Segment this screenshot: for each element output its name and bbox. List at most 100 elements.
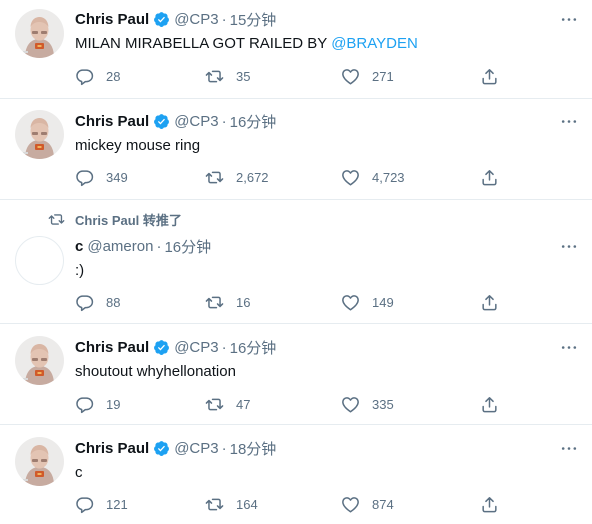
author-handle[interactable]: @CP3 xyxy=(174,339,218,356)
retweet-button[interactable]: 16 xyxy=(205,292,250,312)
reply-button[interactable]: 88 xyxy=(75,292,120,312)
like-icon xyxy=(341,293,360,312)
reply-button[interactable]: 28 xyxy=(75,66,120,86)
reply-icon xyxy=(75,168,94,187)
retweet-count: 164 xyxy=(236,496,258,512)
retweet-button[interactable]: 2,672 xyxy=(205,167,269,187)
retweet-count: 2,672 xyxy=(236,169,269,185)
tweet[interactable]: c @ameron · 16分钟 :) 88 16 149 xyxy=(0,200,592,324)
separator: · xyxy=(221,338,227,356)
tweet[interactable]: Chris Paul @CP3 · 18分钟 c 121 164 874 xyxy=(0,425,592,524)
retweet-icon xyxy=(205,495,224,514)
share-button[interactable] xyxy=(480,167,499,187)
timestamp[interactable]: 16分钟 xyxy=(230,337,277,358)
avatar[interactable] xyxy=(15,9,64,58)
like-button[interactable]: 4,723 xyxy=(341,167,405,187)
tweet-text: mickey mouse ring xyxy=(75,137,201,154)
separator: · xyxy=(221,439,227,457)
share-icon xyxy=(480,168,499,187)
more-options-icon[interactable] xyxy=(558,111,580,131)
reply-button[interactable]: 349 xyxy=(75,167,128,187)
avatar[interactable] xyxy=(15,437,64,486)
share-button[interactable] xyxy=(480,394,499,414)
reply-icon xyxy=(75,395,94,414)
like-button[interactable]: 271 xyxy=(341,66,394,86)
reply-count: 121 xyxy=(106,496,128,512)
share-icon xyxy=(480,395,499,414)
tweet-actions: 349 2,672 4,723 xyxy=(75,167,592,187)
verified-badge-icon xyxy=(153,11,170,28)
retweet-count: 35 xyxy=(236,68,251,84)
mention-link[interactable]: @BRAYDEN xyxy=(331,35,418,52)
like-button[interactable]: 149 xyxy=(341,292,394,312)
tweet[interactable]: Chris Paul @CP3 · 16分钟 mickey mouse ring… xyxy=(0,99,592,200)
like-icon xyxy=(341,67,360,86)
reply-icon xyxy=(75,67,94,86)
tweet-text: shoutout whyhellonation xyxy=(75,363,236,380)
retweet-button[interactable]: 164 xyxy=(205,494,258,514)
avatar[interactable] xyxy=(15,236,64,285)
separator: · xyxy=(221,112,227,130)
like-count: 149 xyxy=(372,294,394,310)
author-name[interactable]: Chris Paul xyxy=(75,11,149,28)
reply-button[interactable]: 19 xyxy=(75,394,120,414)
retweet-button[interactable]: 47 xyxy=(205,394,250,414)
share-icon xyxy=(480,293,499,312)
timestamp[interactable]: 18分钟 xyxy=(230,438,277,459)
retweet-icon xyxy=(205,67,224,86)
author-name[interactable]: c xyxy=(75,238,83,255)
like-icon xyxy=(341,395,360,414)
more-options-icon[interactable] xyxy=(558,9,580,29)
tweet-actions: 88 16 149 xyxy=(75,292,592,312)
like-icon xyxy=(341,168,360,187)
avatar[interactable] xyxy=(15,110,64,159)
retweet-icon xyxy=(205,293,224,312)
tweet-text: :) xyxy=(75,262,85,279)
like-count: 271 xyxy=(372,68,394,84)
like-button[interactable]: 874 xyxy=(341,494,394,514)
share-button[interactable] xyxy=(480,292,499,312)
retweet-icon xyxy=(205,395,224,414)
separator: · xyxy=(221,10,227,28)
author-name[interactable]: Chris Paul xyxy=(75,339,149,356)
like-count: 874 xyxy=(372,496,394,512)
share-icon xyxy=(480,67,499,86)
like-count: 335 xyxy=(372,396,394,412)
tweet[interactable]: Chris Paul @CP3 · 16分钟 shoutout whyhello… xyxy=(0,324,592,425)
reply-count: 28 xyxy=(106,68,121,84)
more-options-icon[interactable] xyxy=(558,337,580,357)
verified-badge-icon xyxy=(153,440,170,457)
avatar[interactable] xyxy=(15,336,64,385)
author-name[interactable]: Chris Paul xyxy=(75,440,149,457)
tweet-text: MILAN MIRABELLA GOT RAILED BY @BRAYDEN xyxy=(75,34,418,54)
separator: · xyxy=(156,237,162,255)
more-options-icon[interactable] xyxy=(558,438,580,458)
author-handle[interactable]: @CP3 xyxy=(174,440,218,457)
tweet-text: c xyxy=(75,464,83,481)
verified-badge-icon xyxy=(153,113,170,130)
like-icon xyxy=(341,495,360,514)
reply-count: 19 xyxy=(106,396,121,412)
share-icon xyxy=(480,495,499,514)
author-handle[interactable]: @CP3 xyxy=(174,11,218,28)
tweet-actions: 28 35 271 xyxy=(75,66,592,86)
share-button[interactable] xyxy=(480,494,499,514)
verified-badge-icon xyxy=(153,339,170,356)
like-button[interactable]: 335 xyxy=(341,394,394,414)
retweet-button[interactable]: 35 xyxy=(205,66,250,86)
retweet-count: 16 xyxy=(236,294,251,310)
timestamp[interactable]: 16分钟 xyxy=(230,111,277,132)
timestamp[interactable]: 15分钟 xyxy=(230,9,277,30)
author-name[interactable]: Chris Paul xyxy=(75,113,149,130)
share-button[interactable] xyxy=(480,66,499,86)
retweet-icon xyxy=(205,168,224,187)
timestamp[interactable]: 16分钟 xyxy=(164,236,211,257)
author-handle[interactable]: @CP3 xyxy=(174,113,218,130)
more-options-icon[interactable] xyxy=(558,236,580,256)
reply-button[interactable]: 121 xyxy=(75,494,128,514)
author-handle[interactable]: @ameron xyxy=(87,238,153,255)
reply-count: 349 xyxy=(106,169,128,185)
tweet-actions: 19 47 335 xyxy=(75,394,592,414)
tweet[interactable]: Chris Paul @CP3 · 15分钟 MILAN MIRABELLA G… xyxy=(0,0,592,99)
like-count: 4,723 xyxy=(372,169,405,185)
